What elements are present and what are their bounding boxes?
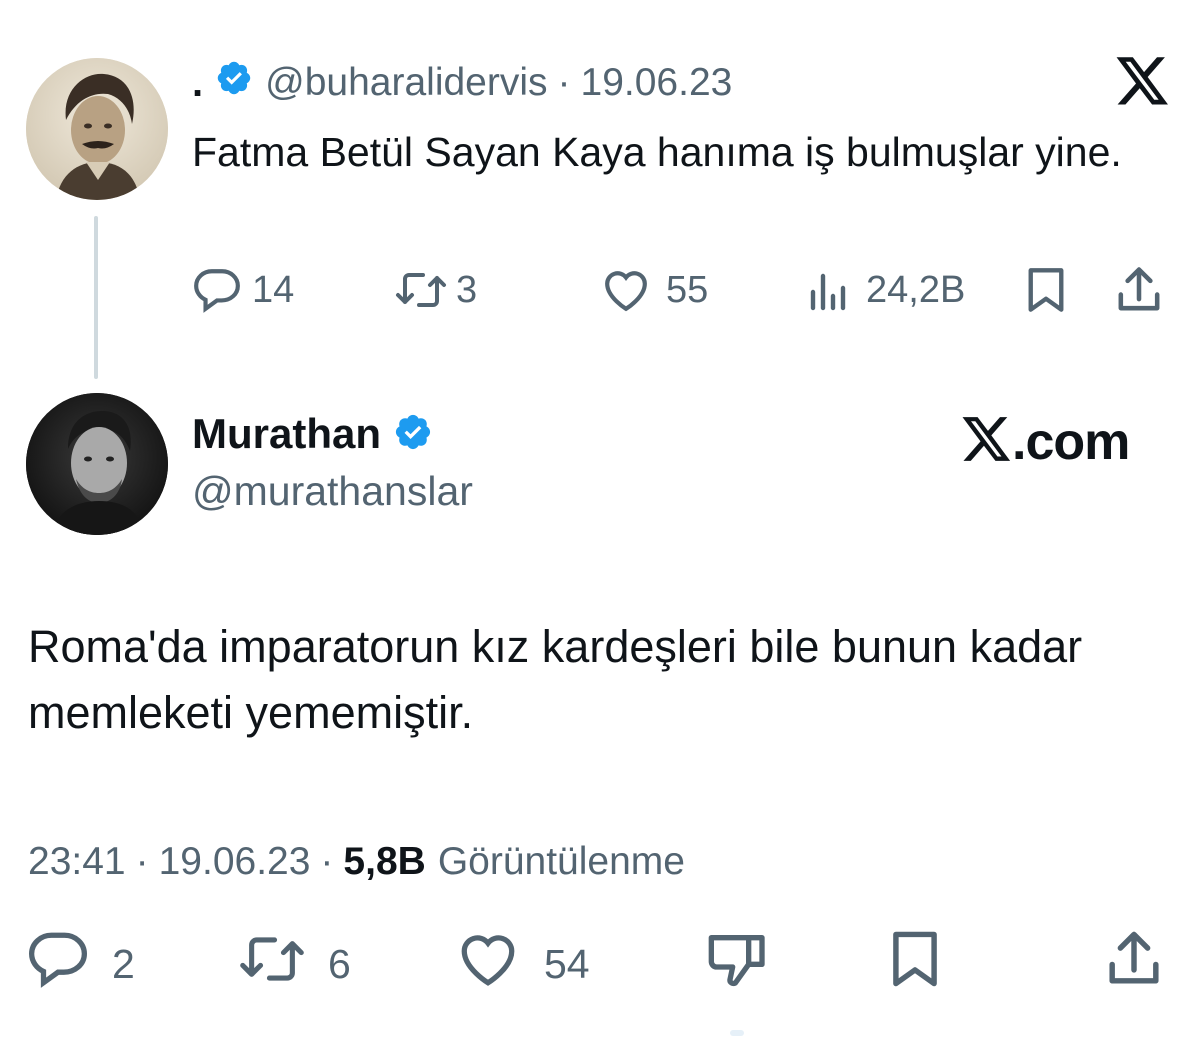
parent-handle[interactable]: @buharalidervis (265, 61, 547, 105)
parent-share-button[interactable] (1114, 262, 1164, 318)
scroll-indicator (730, 1030, 744, 1036)
parent-retweet-count: 3 (456, 268, 478, 311)
parent-header: . @buharalidervis · 19.06.23 (192, 58, 732, 108)
main-reply-count: 2 (112, 940, 135, 987)
meta-separator: · (135, 840, 149, 883)
parent-like-count: 55 (666, 268, 709, 311)
reply-icon (26, 930, 90, 998)
main-views-label: Görüntülenme (437, 840, 685, 883)
main-bookmark-button[interactable] (886, 929, 944, 999)
parent-bookmark-button[interactable] (1024, 262, 1068, 318)
parent-views-button[interactable]: 24,2B (806, 262, 965, 318)
main-reply-button[interactable]: 2 (26, 932, 135, 996)
main-time[interactable]: 23:41 (28, 840, 126, 884)
x-logo-icon (962, 416, 1012, 468)
like-icon (600, 267, 652, 313)
bookmark-icon (886, 929, 944, 999)
x-com-watermark: .com (962, 410, 1130, 474)
share-icon (1104, 929, 1164, 999)
dislike-icon (706, 929, 770, 999)
thread-connector-line (94, 216, 98, 379)
verified-badge-icon (215, 59, 253, 107)
meta-separator: · (320, 840, 334, 883)
parent-date[interactable]: 19.06.23 (581, 61, 733, 105)
parent-separator: · (557, 61, 571, 104)
main-dislike-button[interactable] (706, 932, 770, 996)
parent-display-name[interactable]: . (192, 61, 203, 106)
main-share-button[interactable] (1104, 929, 1164, 999)
parent-views-count: 24,2B (866, 268, 966, 311)
share-icon (1114, 265, 1164, 315)
main-tweet-text: Roma'da imparatorun kız kardeşleri bile … (28, 621, 1083, 738)
main-tweet-meta: 23:41 · 19.06.23 · 5,8B Görüntülenme (28, 836, 685, 888)
parent-retweet-button[interactable]: 3 (394, 262, 477, 318)
views-icon (806, 268, 852, 312)
main-avatar[interactable] (26, 393, 168, 535)
x-logo-icon (1116, 57, 1170, 107)
main-handle[interactable]: @murathanslar (192, 468, 473, 515)
main-date[interactable]: 19.06.23 (159, 840, 311, 884)
parent-avatar[interactable] (26, 58, 168, 200)
main-name-row: Murathan (192, 408, 433, 460)
reply-icon (192, 267, 242, 313)
main-views-count: 5,8B (343, 840, 426, 883)
x-com-text: .com (1012, 413, 1130, 471)
main-like-button[interactable]: 54 (456, 932, 590, 996)
main-retweet-button[interactable]: 6 (238, 932, 351, 996)
bookmark-icon (1024, 266, 1068, 314)
verified-badge-icon (393, 412, 433, 457)
parent-tweet-text: Fatma Betül Sayan Kaya hanıma iş bulmuşl… (192, 129, 1122, 175)
parent-reply-button[interactable]: 14 (192, 262, 294, 318)
retweet-icon (238, 931, 306, 997)
main-like-count: 54 (544, 940, 590, 987)
retweet-icon (394, 268, 448, 312)
parent-like-button[interactable]: 55 (600, 262, 708, 318)
main-retweet-count: 6 (328, 940, 351, 987)
like-icon (456, 930, 520, 998)
main-display-name[interactable]: Murathan (192, 410, 381, 458)
parent-reply-count: 14 (252, 268, 295, 311)
